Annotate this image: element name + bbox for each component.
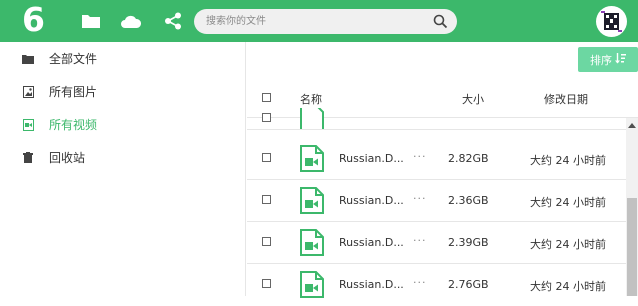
table-row[interactable]: Russian.D... ··· 2.39GB 大约 24 小时前 [247, 222, 627, 264]
row-checkbox[interactable] [262, 237, 271, 246]
folder-icon[interactable] [80, 10, 102, 32]
sidebar-item-all-files[interactable]: 全部文件 [0, 42, 246, 75]
column-date[interactable]: 修改日期 [544, 91, 588, 107]
file-name[interactable]: Russian.D... [339, 236, 407, 249]
file-name[interactable]: Russian.D... [339, 152, 407, 165]
more-actions-button[interactable]: ··· [413, 234, 427, 247]
row-checkbox[interactable] [262, 279, 271, 288]
file-name[interactable]: Russian.D... [339, 194, 407, 207]
file-date: 大约 24 小时前 [530, 196, 606, 209]
row-checkbox[interactable] [262, 153, 271, 162]
sidebar-item-label: 回收站 [49, 151, 86, 165]
sidebar-item-label: 所有视频 [49, 118, 98, 132]
sidebar: 全部文件 所有图片 所有视频 回收站 [0, 42, 246, 296]
more-actions-button[interactable]: ··· [413, 150, 427, 163]
column-name[interactable]: 名称 [300, 91, 322, 107]
file-name[interactable]: Russian.D... [339, 278, 407, 291]
cloud-icon[interactable] [120, 10, 142, 32]
row-checkbox[interactable] [262, 113, 271, 122]
scrollbar-thumb[interactable] [627, 198, 637, 296]
row-checkbox[interactable] [262, 195, 271, 204]
video-file-icon [300, 145, 324, 172]
scrollbar[interactable] [626, 118, 638, 296]
sidebar-item-images[interactable]: 所有图片 [0, 75, 246, 108]
table-row-partial [247, 108, 627, 130]
file-size: 2.39GB [448, 236, 489, 249]
sidebar-item-label: 全部文件 [49, 52, 98, 66]
search-input[interactable] [206, 13, 426, 30]
file-size: 2.82GB [448, 152, 489, 165]
video-file-icon [300, 271, 324, 298]
video-icon [22, 118, 34, 131]
scroll-up-arrow-icon[interactable] [626, 118, 638, 132]
sort-icon [615, 52, 626, 67]
file-date: 大约 24 小时前 [530, 154, 606, 167]
image-icon [22, 85, 34, 98]
sidebar-item-trash[interactable]: 回收站 [0, 141, 246, 174]
app-logo[interactable]: 6 [22, 3, 50, 37]
video-file-icon [300, 108, 324, 129]
video-file-icon [300, 187, 324, 214]
sort-button-label: 排序 [590, 53, 612, 67]
file-size: 2.36GB [448, 194, 489, 207]
table-row[interactable]: Russian.D... ··· 2.76GB 大约 24 小时前 [247, 264, 627, 306]
sidebar-item-videos[interactable]: 所有视频 [0, 108, 246, 141]
sort-button[interactable]: 排序 [578, 47, 638, 72]
top-bar: 6 [0, 0, 638, 42]
select-all-checkbox[interactable] [262, 93, 271, 102]
search-box[interactable] [194, 9, 457, 34]
folder-icon [22, 53, 34, 65]
more-actions-button[interactable]: ··· [413, 276, 427, 289]
video-file-icon [300, 229, 324, 256]
trash-icon [22, 152, 34, 164]
table-row[interactable]: Russian.D... ··· 2.82GB 大约 24 小时前 [247, 138, 627, 180]
share-icon[interactable] [162, 10, 184, 32]
table-row[interactable]: Russian.D... ··· 2.36GB 大约 24 小时前 [247, 180, 627, 222]
column-size[interactable]: 大小 [462, 91, 484, 107]
sidebar-item-label: 所有图片 [49, 85, 98, 99]
avatar[interactable] [596, 6, 627, 37]
file-date: 大约 24 小时前 [530, 280, 606, 293]
more-actions-button[interactable]: ··· [413, 192, 427, 205]
file-size: 2.76GB [448, 278, 489, 291]
file-date: 大约 24 小时前 [530, 238, 606, 251]
search-icon[interactable] [433, 14, 448, 29]
